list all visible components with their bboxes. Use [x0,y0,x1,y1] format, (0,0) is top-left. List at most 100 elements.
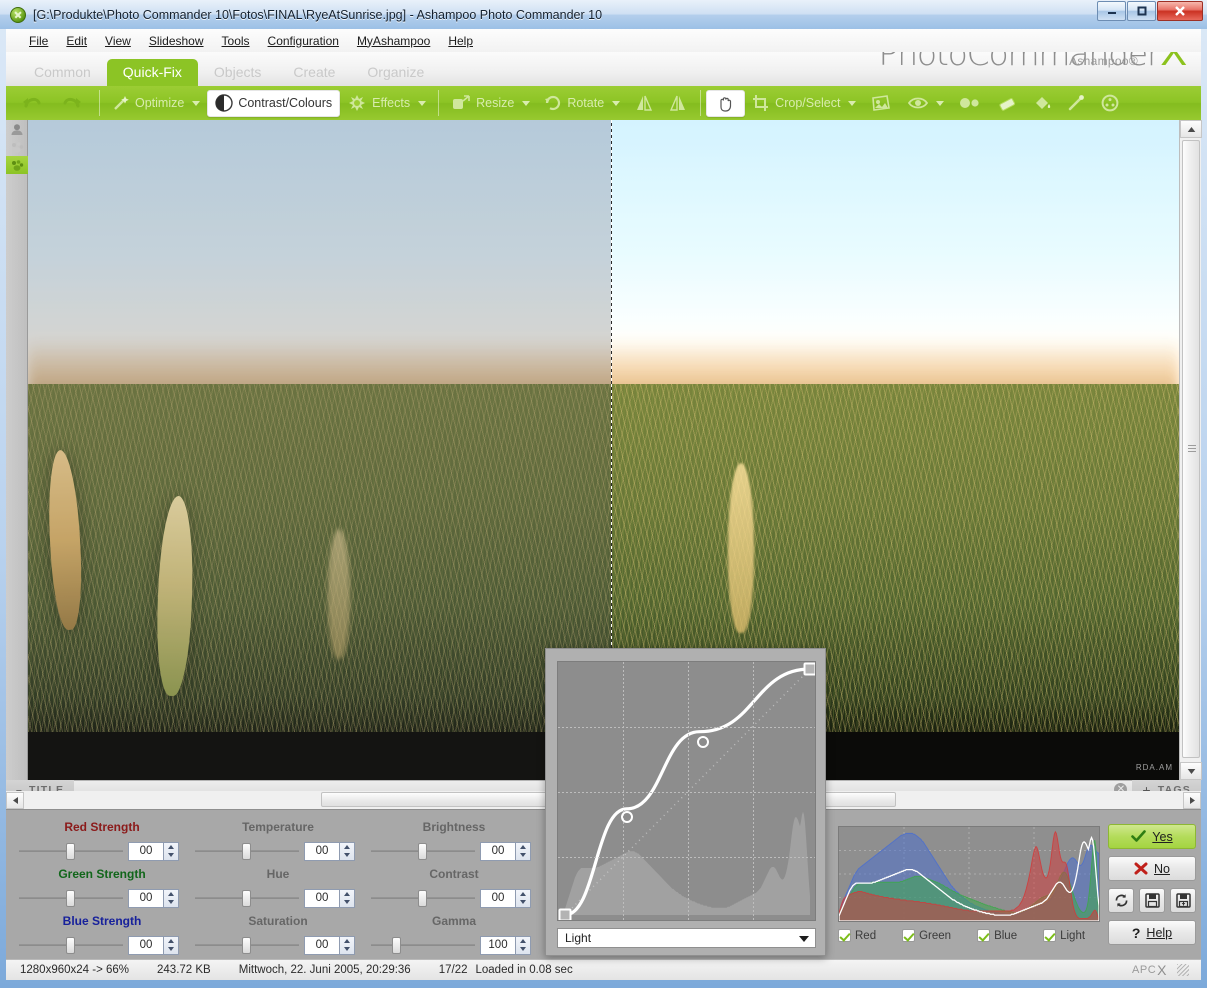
menu-item-tools[interactable]: Tools [213,31,259,51]
temperature-stepper[interactable] [340,842,355,861]
brightness-slider[interactable] [371,850,475,852]
scroll-right-button[interactable] [1183,792,1201,809]
curve-point-black[interactable] [559,909,572,922]
chevron-down-icon[interactable] [418,101,426,106]
rotate-button[interactable]: Rotate [537,90,627,117]
blur-sharpen-button[interactable] [951,90,989,117]
stepper-down-icon[interactable] [344,947,350,951]
tab-objects[interactable]: Objects [198,59,277,86]
stepper-down-icon[interactable] [168,853,174,857]
left-tool-person[interactable] [6,120,28,138]
checkbox-green[interactable] [902,929,915,942]
canvas-vertical-scrollbar[interactable] [1179,120,1201,780]
perspective-button[interactable] [863,90,901,117]
brightness-stepper[interactable] [516,842,531,861]
checkbox-light[interactable] [1043,929,1056,942]
scroll-left-button[interactable] [6,792,24,809]
brightness-value[interactable]: 00 [480,842,516,861]
menu-item-file[interactable]: File [20,31,57,51]
contrast-colours-button[interactable]: Contrast/Colours [207,90,340,117]
gamma-slider[interactable] [371,944,475,946]
slider-knob[interactable] [418,890,427,907]
tab-common[interactable]: Common [18,59,107,86]
histogram-channel-blue[interactable]: Blue [977,929,1017,942]
save-button[interactable] [1139,888,1165,913]
stepper-up-icon[interactable] [344,939,350,943]
heal-button[interactable] [1093,90,1127,117]
stepper-up-icon[interactable] [168,939,174,943]
eraser-button[interactable] [989,90,1025,117]
contrast-stepper[interactable] [516,889,531,908]
green-strength-value[interactable]: 00 [128,889,164,908]
close-button[interactable] [1157,1,1203,21]
hue-value[interactable]: 00 [304,889,340,908]
hand-tool-button[interactable] [706,90,745,117]
reset-button[interactable] [1108,888,1134,913]
left-tool-paws[interactable] [6,138,28,156]
hue-stepper[interactable] [340,889,355,908]
slider-knob[interactable] [242,937,251,954]
menu-item-configuration[interactable]: Configuration [259,31,348,51]
contrast-value[interactable]: 00 [480,889,516,908]
slider-knob[interactable] [66,890,75,907]
stepper-down-icon[interactable] [520,947,526,951]
stepper-down-icon[interactable] [520,853,526,857]
histogram-channel-light[interactable]: Light [1043,929,1085,942]
slider-knob[interactable] [392,937,401,954]
red-eye-button[interactable] [901,90,951,117]
tab-create[interactable]: Create [277,59,351,86]
yes-button[interactable]: Yes [1108,824,1196,849]
stepper-up-icon[interactable] [344,892,350,896]
menu-item-slideshow[interactable]: Slideshow [140,31,213,51]
vertical-scroll-thumb[interactable] [1182,140,1200,758]
red-strength-slider[interactable] [19,850,123,852]
flip-horizontal-button[interactable] [627,90,661,117]
histogram-channel-red[interactable]: Red [838,929,876,942]
stepper-down-icon[interactable] [344,853,350,857]
menu-item-myashampoo[interactable]: MyAshampoo [348,31,439,51]
slider-knob[interactable] [66,937,75,954]
red-strength-value[interactable]: 00 [128,842,164,861]
resize-grip-icon[interactable] [1177,964,1189,976]
chevron-down-icon[interactable] [192,101,200,106]
clone-brush-button[interactable] [1059,90,1093,117]
chevron-down-icon[interactable] [522,101,530,106]
effects-button[interactable]: Effects [340,90,433,117]
blue-strength-slider[interactable] [19,944,123,946]
chevron-down-icon[interactable] [936,101,944,106]
curve-point-mid[interactable] [697,736,709,748]
green-strength-slider[interactable] [19,897,123,899]
saturation-value[interactable]: 00 [304,936,340,955]
tab-quick-fix[interactable]: Quick-Fix [107,59,198,86]
minimize-button[interactable] [1097,1,1126,21]
chevron-down-icon[interactable] [612,101,620,106]
slider-knob[interactable] [242,890,251,907]
red-strength-stepper[interactable] [164,842,179,861]
temperature-value[interactable]: 00 [304,842,340,861]
tone-curve-dialog[interactable]: Light [545,648,826,956]
left-tool-paws-selected[interactable] [6,156,28,174]
checkbox-blue[interactable] [977,929,990,942]
save-as-button[interactable] [1170,888,1196,913]
no-button[interactable]: No [1108,856,1196,881]
redo-button[interactable] [52,90,94,117]
fill-button[interactable] [1025,90,1059,117]
tab-organize[interactable]: Organize [351,59,440,86]
flip-vertical-button[interactable] [661,90,695,117]
gamma-stepper[interactable] [516,936,531,955]
saturation-stepper[interactable] [340,936,355,955]
help-button[interactable]: ? Help [1108,920,1196,945]
resize-button[interactable]: Resize [444,90,537,117]
checkbox-red[interactable] [838,929,851,942]
stepper-up-icon[interactable] [520,939,526,943]
stepper-up-icon[interactable] [520,892,526,896]
optimize-button[interactable]: Optimize [105,90,207,117]
stepper-down-icon[interactable] [344,900,350,904]
stepper-down-icon[interactable] [520,900,526,904]
blue-strength-stepper[interactable] [164,936,179,955]
gamma-value[interactable]: 100 [480,936,516,955]
chevron-down-icon[interactable] [848,101,856,106]
slider-knob[interactable] [418,843,427,860]
stepper-up-icon[interactable] [344,845,350,849]
tone-curve-plot[interactable] [557,661,816,921]
